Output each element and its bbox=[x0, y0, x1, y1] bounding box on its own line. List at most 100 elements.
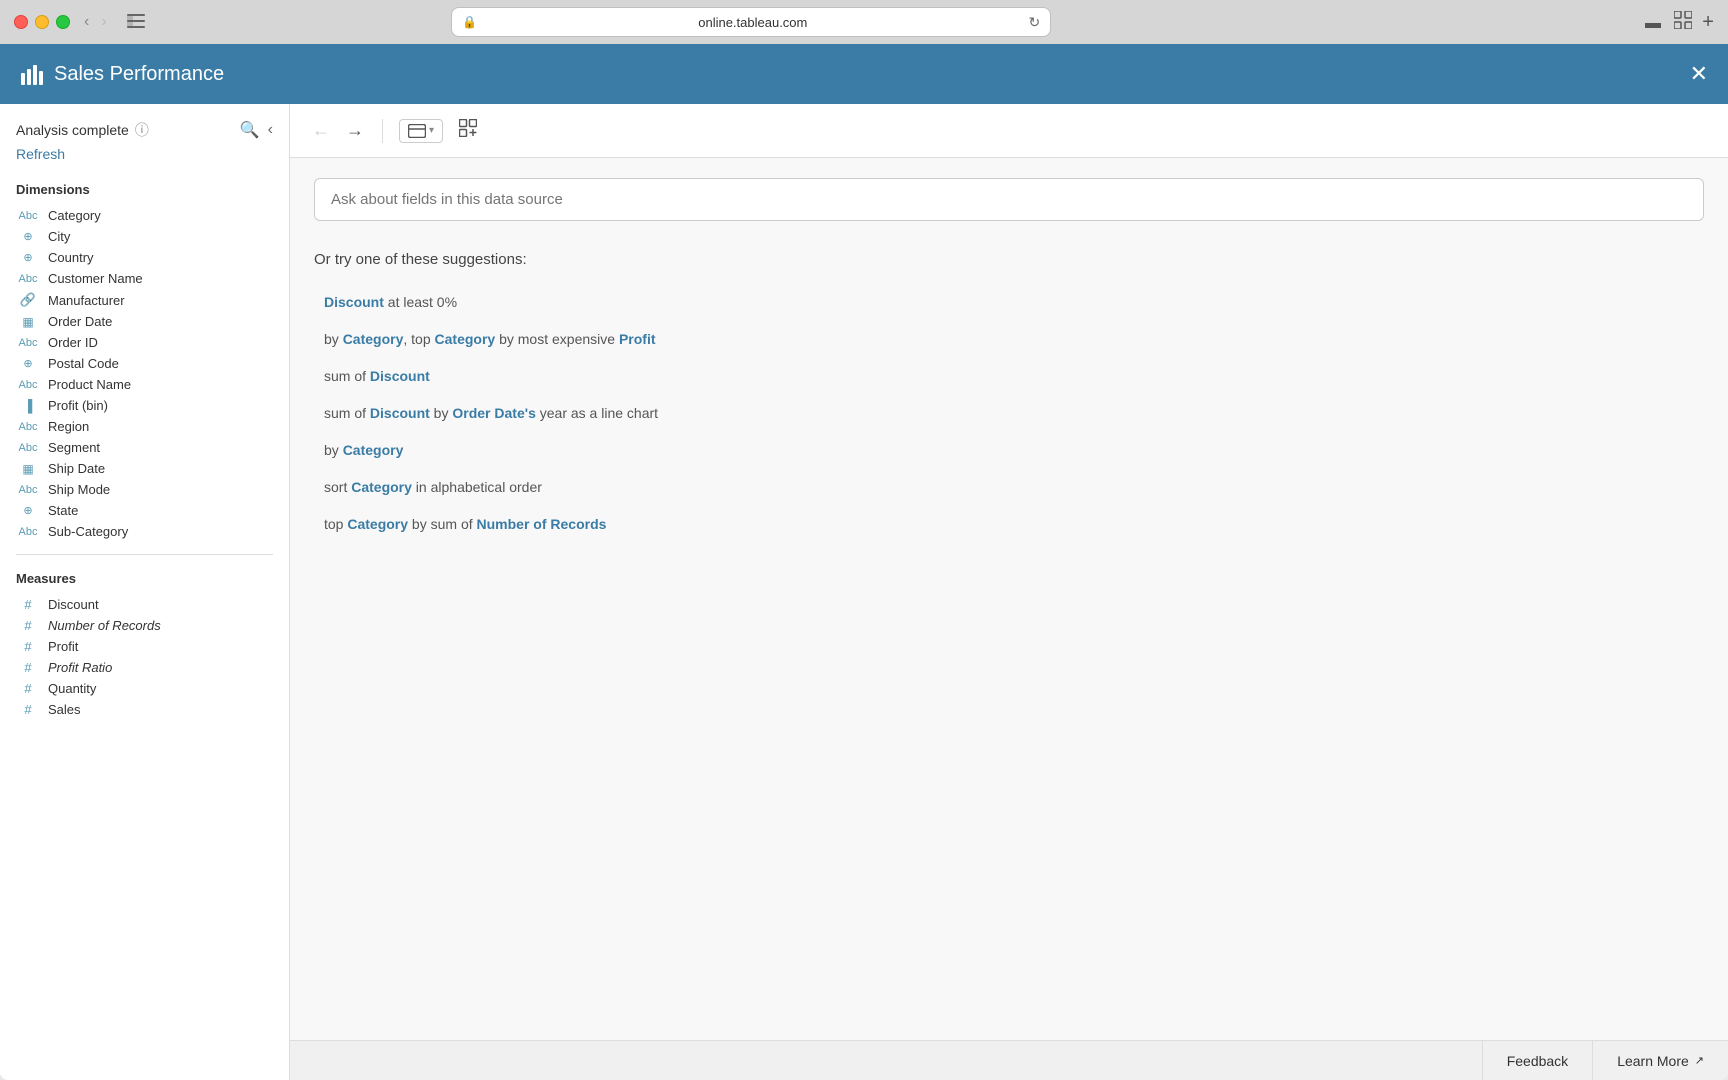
dimension-order-date[interactable]: ▦ Order Date bbox=[16, 311, 273, 332]
suggestions-area: Or try one of these suggestions: Discoun… bbox=[290, 241, 1728, 1040]
new-tab-button[interactable]: + bbox=[1702, 11, 1714, 34]
dimension-country[interactable]: ⊕ Country bbox=[16, 247, 273, 268]
measure-quantity[interactable]: # Quantity bbox=[16, 678, 273, 699]
field-label: Sub-Category bbox=[48, 524, 128, 539]
calendar-icon: ▦ bbox=[16, 315, 40, 329]
field-label: Postal Code bbox=[48, 356, 119, 371]
dimension-ship-date[interactable]: ▦ Ship Date bbox=[16, 458, 273, 479]
dimension-postal-code[interactable]: ⊕ Postal Code bbox=[16, 353, 273, 374]
info-icon[interactable]: ⓘ bbox=[135, 120, 149, 140]
abc-icon: Abc bbox=[16, 273, 40, 285]
globe-icon: ⊕ bbox=[16, 230, 40, 243]
learn-more-button[interactable]: Learn More ↗ bbox=[1592, 1041, 1728, 1080]
measures-section-title: Measures bbox=[16, 571, 273, 586]
maximize-traffic-light[interactable] bbox=[56, 15, 70, 29]
suggestion-highlight: Category bbox=[343, 442, 404, 458]
header-bar: Sales Performance ✕ bbox=[0, 44, 1728, 104]
suggestion-text: in alphabetical order bbox=[412, 479, 542, 495]
view-toggle-button[interactable]: ▾ bbox=[399, 119, 443, 143]
suggestion-sort-category[interactable]: sort Category in alphabetical order bbox=[314, 469, 1704, 506]
back-button[interactable]: ← bbox=[310, 118, 332, 143]
globe-icon: ⊕ bbox=[16, 251, 40, 264]
suggestion-highlight: Category bbox=[351, 479, 412, 495]
dimension-sub-category[interactable]: Abc Sub-Category bbox=[16, 521, 273, 542]
measure-number-of-records[interactable]: # Number of Records bbox=[16, 615, 273, 636]
collapse-button[interactable]: ‹ bbox=[268, 120, 273, 140]
measure-profit-ratio[interactable]: # Profit Ratio bbox=[16, 657, 273, 678]
dimension-profit-bin[interactable]: ▐ Profit (bin) bbox=[16, 395, 273, 416]
dimension-category[interactable]: Abc Category bbox=[16, 205, 273, 226]
suggestion-text: by sum of bbox=[408, 516, 476, 532]
hash-icon: # bbox=[16, 660, 40, 675]
suggestion-sum-discount[interactable]: sum of Discount bbox=[314, 358, 1704, 395]
share-button[interactable] bbox=[1642, 8, 1664, 37]
dimension-city[interactable]: ⊕ City bbox=[16, 226, 273, 247]
dimension-region[interactable]: Abc Region bbox=[16, 416, 273, 437]
reload-button[interactable]: ↻ bbox=[1028, 14, 1040, 31]
suggestion-highlight: Profit bbox=[619, 331, 656, 347]
dimension-product-name[interactable]: Abc Product Name bbox=[16, 374, 273, 395]
minimize-traffic-light[interactable] bbox=[35, 15, 49, 29]
suggestion-by-category[interactable]: by Category bbox=[314, 432, 1704, 469]
learn-more-label: Learn More bbox=[1617, 1053, 1689, 1069]
refresh-link[interactable]: Refresh bbox=[16, 146, 273, 162]
toolbar-divider bbox=[382, 119, 383, 143]
field-label: Number of Records bbox=[48, 618, 161, 633]
field-label: State bbox=[48, 503, 78, 518]
browser-actions: + bbox=[1642, 8, 1714, 37]
traffic-lights bbox=[14, 15, 70, 29]
sidebar-actions: 🔍 ‹ bbox=[240, 120, 273, 140]
search-button[interactable]: 🔍 bbox=[240, 120, 260, 140]
close-traffic-light[interactable] bbox=[14, 15, 28, 29]
abc-icon: Abc bbox=[16, 526, 40, 538]
left-sidebar: Analysis complete ⓘ 🔍 ‹ Refresh Dimensio… bbox=[0, 104, 290, 1080]
field-label: Country bbox=[48, 250, 94, 265]
field-label: Sales bbox=[48, 702, 81, 717]
feedback-button[interactable]: Feedback bbox=[1482, 1041, 1592, 1080]
hash-icon: # bbox=[16, 618, 40, 633]
browser-back-button[interactable]: ‹ bbox=[80, 12, 93, 32]
suggestion-discount-atleast[interactable]: Discount at least 0% bbox=[314, 284, 1704, 321]
close-button[interactable]: ✕ bbox=[1690, 63, 1708, 85]
toolbar: ← → ▾ bbox=[290, 104, 1728, 158]
dimension-manufacturer[interactable]: 🔗 Manufacturer bbox=[16, 289, 273, 311]
dimension-segment[interactable]: Abc Segment bbox=[16, 437, 273, 458]
link-icon: 🔗 bbox=[16, 292, 40, 308]
browser-forward-button[interactable]: › bbox=[97, 12, 110, 32]
suggestion-sum-discount-by-date[interactable]: sum of Discount by Order Date's year as … bbox=[314, 395, 1704, 432]
browser-sidebar-button[interactable] bbox=[121, 10, 151, 35]
suggestion-text: top bbox=[324, 516, 347, 532]
address-bar[interactable]: 🔒 online.tableau.com ↻ bbox=[451, 7, 1051, 37]
field-label: Segment bbox=[48, 440, 100, 455]
tab-view-button[interactable] bbox=[1672, 9, 1694, 36]
suggestion-highlight: Number of Records bbox=[477, 516, 607, 532]
suggestion-by-category-top[interactable]: by Category, top Category by most expens… bbox=[314, 321, 1704, 358]
dimension-customer-name[interactable]: Abc Customer Name bbox=[16, 268, 273, 289]
dimension-ship-mode[interactable]: Abc Ship Mode bbox=[16, 479, 273, 500]
suggestion-text: sort bbox=[324, 479, 351, 495]
suggestion-text: sum of bbox=[324, 368, 370, 384]
ask-area bbox=[290, 158, 1728, 241]
hash-icon: # bbox=[16, 702, 40, 717]
field-label: Region bbox=[48, 419, 89, 434]
grid-view-button[interactable] bbox=[455, 115, 481, 146]
suggestions-title: Or try one of these suggestions: bbox=[314, 251, 1704, 268]
measure-profit[interactable]: # Profit bbox=[16, 636, 273, 657]
ask-input[interactable] bbox=[314, 178, 1704, 221]
suggestion-top-category-records[interactable]: top Category by sum of Number of Records bbox=[314, 506, 1704, 543]
suggestion-text: sum of bbox=[324, 405, 370, 421]
measure-discount[interactable]: # Discount bbox=[16, 594, 273, 615]
window-container: Sales Performance ✕ Analysis complete ⓘ … bbox=[0, 44, 1728, 1080]
field-label: Profit Ratio bbox=[48, 660, 112, 675]
abc-icon: Abc bbox=[16, 210, 40, 222]
abc-icon: Abc bbox=[16, 421, 40, 433]
dimension-state[interactable]: ⊕ State bbox=[16, 500, 273, 521]
dimension-order-id[interactable]: Abc Order ID bbox=[16, 332, 273, 353]
suggestion-text: by most expensive bbox=[495, 331, 619, 347]
suggestion-highlight: Order Date's bbox=[452, 405, 535, 421]
suggestion-text: year as a line chart bbox=[536, 405, 658, 421]
chevron-down-icon: ▾ bbox=[429, 125, 434, 136]
measure-sales[interactable]: # Sales bbox=[16, 699, 273, 720]
forward-button[interactable]: → bbox=[344, 118, 366, 143]
suggestion-highlight: Category bbox=[343, 331, 404, 347]
